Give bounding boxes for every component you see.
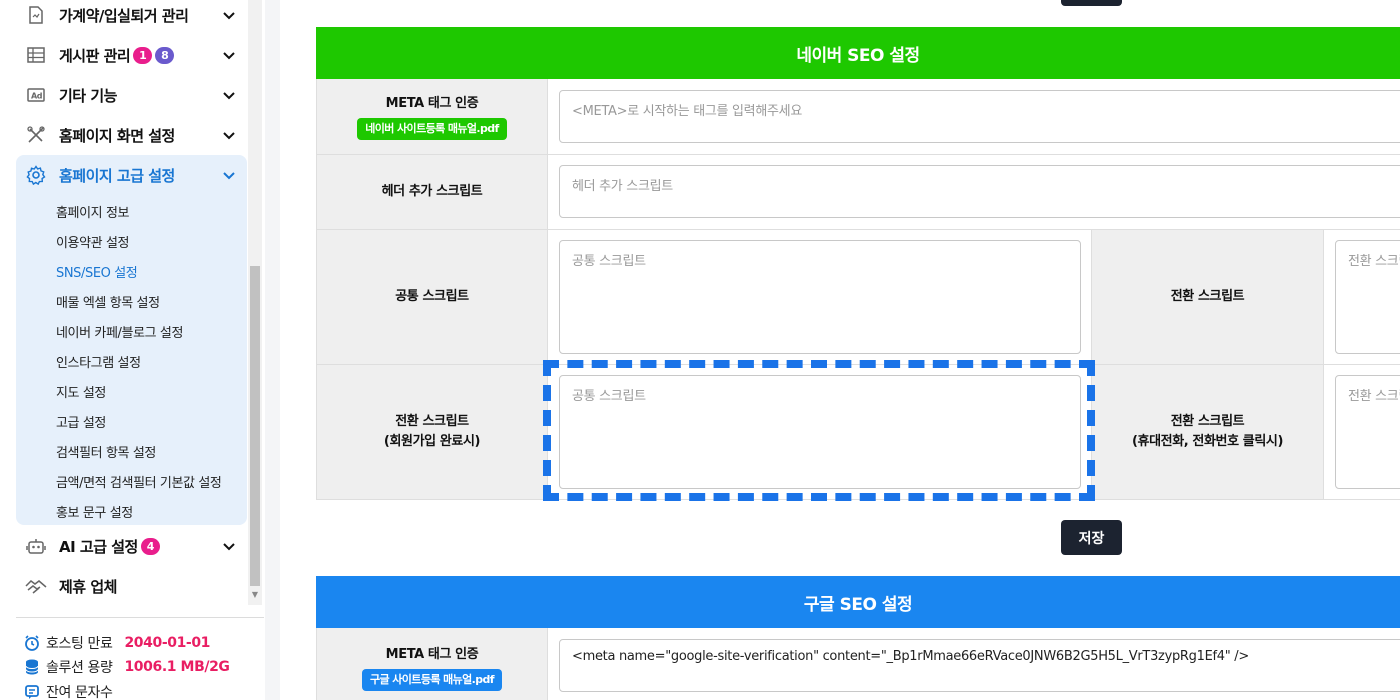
sidebar-item-label: 홈페이지 고급 설정 [59,166,175,185]
alarm-icon [24,635,40,651]
sidebar-subitem[interactable]: 금액/면적 검색필터 기본값 설정 [56,472,222,491]
field-label: 전환 스크립트 [1170,414,1245,429]
naver-manual-pdf-button[interactable]: 네이버 사이트등록 매뉴얼.pdf [357,117,507,140]
database-icon [24,659,40,675]
sidebar-subitem[interactable]: 이용약관 설정 [56,232,129,251]
sidebar-scrollbar-thumb[interactable] [250,266,260,586]
field-label: 전환 스크립트 [395,414,469,429]
save-button-partial[interactable] [1061,0,1122,6]
naver-signup-label-cell: 전환 스크립트 (회원가입 완료시) [316,365,548,499]
sidebar-item-label: 기타 기능 [59,86,117,105]
sidebar-subitem-active[interactable]: SNS/SEO 설정 [56,262,138,281]
google-meta-input[interactable]: <meta name="google-site-verification" co… [559,639,1400,692]
stat-label: 솔루션 용량 [46,660,113,676]
sidebar-item-ai[interactable]: AI 고급 설정 4 [16,526,247,566]
stat-value: 2040-01-01 [124,635,211,651]
tools-icon [25,124,47,146]
sidebar-item-label: 제휴 업체 [59,577,117,596]
sidebar-item-label: AI 고급 설정 [59,537,138,556]
sidebar-item-label: 게시판 관리 [59,46,131,65]
highlight-dashed-box [543,360,1095,501]
sidebar-subitem[interactable]: 지도 설정 [56,382,106,401]
naver-common-label-cell: 공통 스크립트 [316,230,548,364]
sidebar-subitem[interactable]: 홈페이지 정보 [56,202,129,221]
sidebar-subitem[interactable]: 홍보 문구 설정 [56,502,133,521]
field-label: META 태그 인증 [385,646,479,662]
notification-badge: 4 [140,537,160,555]
sidebar-item-screen[interactable]: 홈페이지 화면 설정 [16,115,247,155]
naver-seo-header: 네이버 SEO 설정 [316,27,1400,79]
naver-conversion-label-cell: 전환 스크립트 [1091,230,1324,364]
robot-icon [25,535,47,557]
handshake-icon [25,575,47,597]
naver-header-label-cell: 헤더 추가 스크립트 [316,155,548,229]
naver-call-script-input[interactable]: 전환 스크립트 [1335,375,1400,489]
sidebar-item-board[interactable]: 게시판 관리 1 8 [16,35,247,75]
google-meta-label-cell: META 태그 인증 구글 사이트등록 매뉴얼.pdf [316,628,548,700]
chevron-down-icon[interactable] [221,47,237,63]
sidebar-item-label: 가계약/입실퇴거 관리 [59,6,189,25]
sidebar-subitem[interactable]: 검색필터 항목 설정 [56,442,156,461]
app-root: 가계약/입실퇴거 관리 게시판 관리 1 8 Ad 기타 기능 홈페이지 화면 … [0,0,1400,700]
chevron-down-icon[interactable] [221,538,237,554]
field-sublabel: (회원가입 완료시) [383,434,481,449]
table-icon [25,44,47,66]
message-icon [24,684,40,700]
stat-storage: 솔루션 용량 1006.1 MB/2G [24,657,230,677]
sidebar-subitem[interactable]: 네이버 카페/블로그 설정 [56,322,183,341]
sidebar-item-etc[interactable]: Ad 기타 기능 [16,75,247,115]
stat-label: 호스팅 만료 [46,636,113,652]
document-icon [25,4,47,26]
naver-conversion-script-input[interactable]: 전환 스크립트 [1335,240,1400,354]
stat-label: 잔여 문자수 [46,685,113,700]
sidebar: 가계약/입실퇴거 관리 게시판 관리 1 8 Ad 기타 기능 홈페이지 화면 … [0,0,265,700]
sidebar-item-contract[interactable]: 가계약/입실퇴거 관리 [16,0,247,35]
chevron-down-icon[interactable] [221,87,237,103]
sidebar-subitem[interactable]: 인스타그램 설정 [56,352,141,371]
chevron-down-icon[interactable] [221,127,237,143]
sidebar-item-partner[interactable]: 제휴 업체 [16,566,247,606]
gear-icon [25,164,47,186]
naver-meta-label-cell: META 태그 인증 네이버 사이트등록 매뉴얼.pdf [316,79,548,154]
save-button[interactable]: 저장 [1061,520,1122,555]
field-label: 헤더 추가 스크립트 [381,184,483,199]
sidebar-subitem[interactable]: 매물 엑셀 항목 설정 [56,292,160,311]
field-label: 공통 스크립트 [395,289,469,304]
chevron-up-icon[interactable] [221,167,237,183]
notification-badge: 8 [155,46,175,64]
chevron-down-icon[interactable] [221,7,237,23]
stat-hosting: 호스팅 만료 2040-01-01 [24,633,210,653]
naver-header-script-input[interactable]: 헤더 추가 스크립트 [559,165,1400,218]
ad-icon: Ad [25,84,47,106]
field-label: META 태그 인증 [385,95,479,111]
naver-call-label-cell: 전환 스크립트 (휴대전화, 전화번호 클릭시) [1091,365,1324,499]
sidebar-item-advanced[interactable]: 홈페이지 고급 설정 [16,155,247,195]
sidebar-item-label: 홈페이지 화면 설정 [59,126,175,145]
field-label: 전환 스크립트 [1170,289,1245,304]
scroll-down-arrow-icon[interactable]: ▼ [250,590,260,600]
stat-value: 1006.1 MB/2G [124,659,230,675]
sidebar-divider [16,617,264,618]
svg-text:Ad: Ad [31,92,43,101]
stat-sms: 잔여 문자수 [24,682,113,700]
naver-meta-input[interactable]: <META>로 시작하는 태그를 입력해주세요 [559,90,1400,143]
field-sublabel: (휴대전화, 전화번호 클릭시) [1131,434,1284,449]
sidebar-subitem[interactable]: 고급 설정 [56,412,106,431]
naver-common-script-input[interactable]: 공통 스크립트 [559,240,1081,354]
google-seo-header: 구글 SEO 설정 [316,576,1400,628]
google-manual-pdf-button[interactable]: 구글 사이트등록 매뉴얼.pdf [362,668,502,691]
notification-badge: 1 [133,46,153,64]
